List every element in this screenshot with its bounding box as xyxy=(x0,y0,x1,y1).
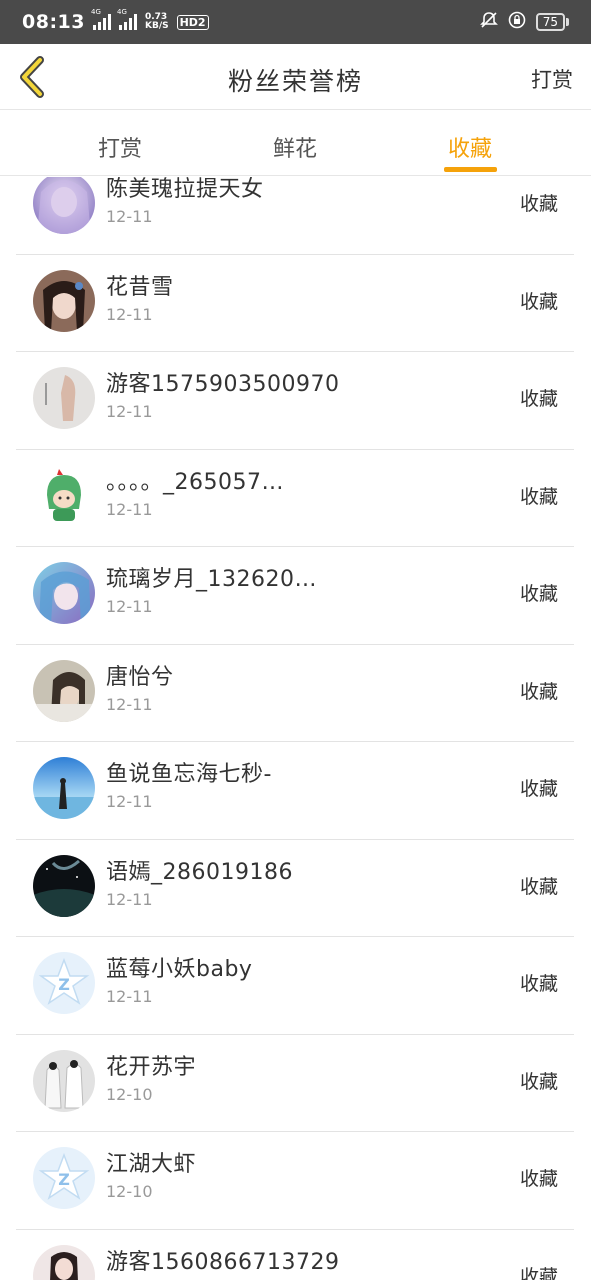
battery-icon: 75 xyxy=(535,13,569,31)
signal-icon: 4G xyxy=(91,8,111,30)
user-name: 鱼说鱼忘海七秒- xyxy=(106,762,272,787)
action-label: 收藏 xyxy=(519,875,558,898)
action-label: 收藏 xyxy=(519,193,558,215)
user-name: 江湖大虾 xyxy=(106,1152,197,1177)
user-name: 。。。。_265057… xyxy=(106,469,284,495)
avatar xyxy=(33,1244,95,1280)
action-label: 收藏 xyxy=(519,1168,558,1190)
list-item[interactable]: Z 蓝莓小妖baby 12-11 收藏 xyxy=(16,937,574,1035)
status-time: 08:13 xyxy=(22,11,85,33)
status-bar: 08:13 4G 4G 0.73 KB/S HD2 75 xyxy=(0,0,591,44)
date: 12-11 xyxy=(106,889,153,909)
action-label: 收藏 xyxy=(519,583,558,605)
signal-icon: 4G xyxy=(117,8,137,30)
avatar xyxy=(33,854,95,917)
user-name: 花开苏宇 xyxy=(106,1054,197,1080)
list-item[interactable]: 唐怡兮 12-11 收藏 xyxy=(16,645,574,742)
tab-bar: 打赏 鲜花 收藏 xyxy=(0,111,591,176)
action-label: 收藏 xyxy=(519,1265,558,1280)
list-item[interactable]: 。。。。_265057… 12-11 收藏 xyxy=(16,450,574,547)
action-label: 收藏 xyxy=(519,1070,558,1093)
action-label: 收藏 xyxy=(519,973,558,995)
avatar xyxy=(33,562,95,624)
list-item[interactable]: 琉璃岁月_132620… 12-11 收藏 xyxy=(16,547,574,645)
page-title: 粉丝荣誉榜 xyxy=(227,67,363,96)
user-name: 陈美瑰拉提天女 xyxy=(106,177,264,202)
list-item[interactable]: Z 江湖大虾 12-10 收藏 xyxy=(16,1132,574,1230)
list-item[interactable]: 花昔雪 12-11 收藏 xyxy=(16,255,574,352)
tab-reward[interactable]: 打赏 xyxy=(60,111,180,176)
date: 12-10 xyxy=(106,1182,153,1201)
date: 12-11 xyxy=(106,694,153,714)
date: 12-11 xyxy=(106,987,153,1006)
network-speed: 0.73 KB/S xyxy=(144,12,169,31)
date: 12-11 xyxy=(106,207,153,226)
action-label: 收藏 xyxy=(519,680,558,703)
avatar xyxy=(33,464,95,527)
date: 12-10 xyxy=(106,1084,153,1104)
action-label: 收藏 xyxy=(519,388,558,410)
avatar xyxy=(33,367,95,429)
user-name: 游客1575903500970 xyxy=(106,372,340,397)
svg-text:Z: Z xyxy=(58,975,70,994)
avatar xyxy=(33,177,95,234)
list-item[interactable]: 游客1575903500970 12-11 收藏 xyxy=(16,352,574,450)
reward-button[interactable]: 打赏 xyxy=(531,64,573,94)
avatar xyxy=(33,659,95,722)
list-item[interactable]: 语嫣_286019186 12-11 收藏 xyxy=(16,840,574,937)
date: 12-11 xyxy=(106,402,153,421)
avatar: Z xyxy=(33,952,95,1014)
user-name: 唐怡兮 xyxy=(106,664,174,690)
avatar: Z xyxy=(33,1147,95,1209)
rotation-lock-icon xyxy=(508,11,526,34)
user-name: 花昔雪 xyxy=(106,274,174,300)
action-label: 收藏 xyxy=(519,778,558,800)
active-tab-indicator xyxy=(444,167,497,172)
fan-list: 陈美瑰拉提天女 12-11 收藏 花昔雪 12-11 收藏 游客15759035… xyxy=(0,177,591,1280)
top-navigation-bar: 粉丝荣誉榜 打赏 xyxy=(0,44,591,110)
user-name: 蓝莓小妖baby xyxy=(106,957,253,982)
date: 12-11 xyxy=(106,597,153,616)
svg-text:Z: Z xyxy=(58,1170,70,1189)
date: 12-11 xyxy=(106,304,153,324)
action-label: 收藏 xyxy=(519,485,558,508)
user-name: 语嫣_286019186 xyxy=(106,859,293,885)
avatar xyxy=(33,269,95,332)
avatar xyxy=(33,1049,95,1112)
date: 12-11 xyxy=(106,792,153,811)
tab-flowers[interactable]: 鲜花 xyxy=(235,111,355,176)
user-name: 琉璃岁月_132620… xyxy=(106,567,317,592)
list-item[interactable]: 花开苏宇 12-10 收藏 xyxy=(16,1035,574,1132)
hd-voice-icon: HD2 xyxy=(176,14,209,30)
user-name: 游客1560866713729 xyxy=(106,1249,340,1275)
list-item[interactable]: 鱼说鱼忘海七秒- 12-11 收藏 xyxy=(16,742,574,840)
avatar xyxy=(33,757,95,819)
list-item[interactable]: 陈美瑰拉提天女 12-11 收藏 xyxy=(16,177,574,255)
list-item[interactable]: 游客1560866713729 收藏 xyxy=(16,1230,574,1280)
mute-bell-icon xyxy=(479,11,498,34)
action-label: 收藏 xyxy=(519,290,558,313)
date: 12-11 xyxy=(106,499,153,519)
